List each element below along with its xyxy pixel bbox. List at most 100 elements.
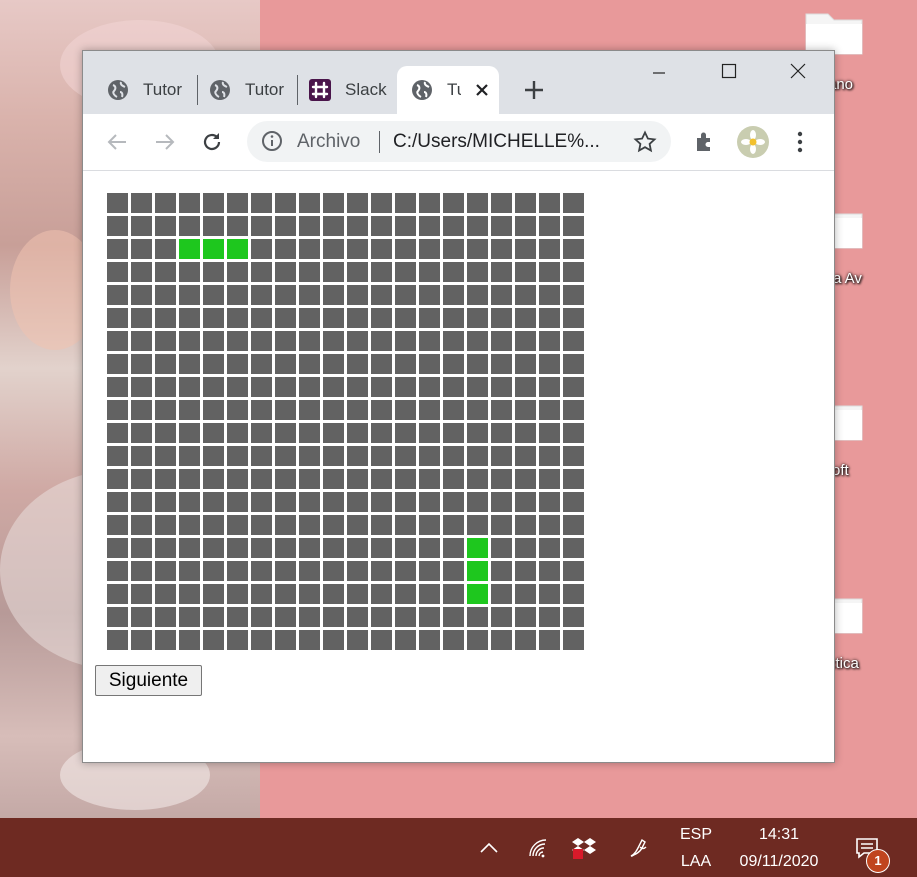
board-cell xyxy=(515,446,536,466)
close-tab-icon[interactable] xyxy=(471,79,493,101)
menu-button[interactable] xyxy=(784,126,816,158)
board-cell xyxy=(179,400,200,420)
board-cell xyxy=(179,584,200,604)
board-cell xyxy=(251,239,272,259)
board-cell xyxy=(155,446,176,466)
board-cell xyxy=(467,469,488,489)
board-cell xyxy=(347,193,368,213)
board-cell xyxy=(323,607,344,627)
address-url[interactable]: C:/Users/MICHELLE%... xyxy=(393,131,600,153)
new-tab-button[interactable] xyxy=(519,75,549,105)
board-cell xyxy=(203,515,224,535)
info-icon[interactable] xyxy=(261,130,283,152)
clock-date[interactable]: 09/11/2020 xyxy=(724,853,834,871)
tab-2[interactable]: Tutor xyxy=(185,66,297,114)
snake-cell xyxy=(467,584,488,604)
board-cell xyxy=(203,630,224,650)
board-cell xyxy=(515,515,536,535)
board-cell xyxy=(179,538,200,558)
tab-title: Tutor xyxy=(143,80,183,99)
board-cell xyxy=(347,400,368,420)
board-cell xyxy=(563,308,584,328)
profile-avatar[interactable] xyxy=(737,126,769,158)
board-cell xyxy=(275,377,296,397)
tab-1[interactable]: Tutor xyxy=(83,66,195,114)
board-cell xyxy=(251,538,272,558)
board-cell xyxy=(107,331,128,351)
wifi-icon xyxy=(529,838,547,857)
board-cell xyxy=(107,354,128,374)
pen-tray-button[interactable] xyxy=(626,818,652,877)
board-cell xyxy=(323,584,344,604)
board-cell xyxy=(227,400,248,420)
board-cell xyxy=(539,607,560,627)
board-cell xyxy=(299,308,320,328)
board-cell xyxy=(563,331,584,351)
board-cell xyxy=(443,354,464,374)
board-cell xyxy=(395,308,416,328)
board-cell xyxy=(515,193,536,213)
bookmark-star-icon[interactable] xyxy=(633,130,657,154)
board-cell xyxy=(323,515,344,535)
board-cell xyxy=(395,469,416,489)
language-indicator[interactable]: ESP xyxy=(674,826,718,844)
board-cell xyxy=(227,423,248,443)
board-cell xyxy=(371,423,392,443)
close-window-button[interactable] xyxy=(775,57,821,87)
address-divider xyxy=(379,131,380,153)
board-cell xyxy=(275,584,296,604)
clock-time[interactable]: 14:31 xyxy=(724,826,834,844)
reload-button[interactable] xyxy=(196,126,228,158)
tab-3[interactable]: Slack xyxy=(285,66,397,114)
board-cell xyxy=(347,377,368,397)
board-cell xyxy=(275,538,296,558)
board-cell xyxy=(419,377,440,397)
network-button[interactable] xyxy=(525,818,551,877)
board-cell xyxy=(323,285,344,305)
browser-window: Tutor Tutor Slack Tu xyxy=(82,50,835,763)
board-cell xyxy=(491,630,512,650)
board-cell xyxy=(179,423,200,443)
board-cell xyxy=(299,630,320,650)
board-cell xyxy=(515,239,536,259)
board-cell xyxy=(251,469,272,489)
board-cell xyxy=(395,630,416,650)
board-cell xyxy=(227,331,248,351)
dropbox-tray-button[interactable] xyxy=(570,818,598,877)
board-cell xyxy=(179,630,200,650)
board-cell xyxy=(515,630,536,650)
board-cell xyxy=(539,469,560,489)
board-cell xyxy=(155,630,176,650)
board-cell xyxy=(107,492,128,512)
board-cell xyxy=(227,630,248,650)
board-cell xyxy=(227,446,248,466)
back-button[interactable] xyxy=(101,126,133,158)
board-cell xyxy=(563,239,584,259)
keyboard-layout-indicator[interactable]: LAA xyxy=(674,853,718,871)
extensions-button[interactable] xyxy=(689,126,721,158)
board-cell xyxy=(539,239,560,259)
board-cell xyxy=(467,515,488,535)
address-bar[interactable]: Archivo C:/Users/MICHELLE%... xyxy=(247,121,671,162)
board-cell xyxy=(275,216,296,236)
minimize-button[interactable] xyxy=(636,57,682,87)
slack-icon xyxy=(309,79,331,101)
forward-button[interactable] xyxy=(149,126,181,158)
board-cell xyxy=(275,262,296,282)
board-cell xyxy=(251,561,272,581)
board-cell xyxy=(251,377,272,397)
tab-active[interactable]: Tu xyxy=(397,66,499,114)
board-cell xyxy=(539,400,560,420)
show-hidden-icons-button[interactable] xyxy=(476,818,502,877)
board-cell xyxy=(515,423,536,443)
board-cell xyxy=(371,446,392,466)
board-cell xyxy=(563,262,584,282)
board-cell xyxy=(275,469,296,489)
next-button[interactable]: Siguiente xyxy=(95,665,202,696)
plus-icon xyxy=(525,81,543,99)
maximize-button[interactable] xyxy=(706,57,752,87)
board-cell xyxy=(491,262,512,282)
board-cell xyxy=(563,538,584,558)
board-cell xyxy=(323,538,344,558)
board-cell xyxy=(491,423,512,443)
